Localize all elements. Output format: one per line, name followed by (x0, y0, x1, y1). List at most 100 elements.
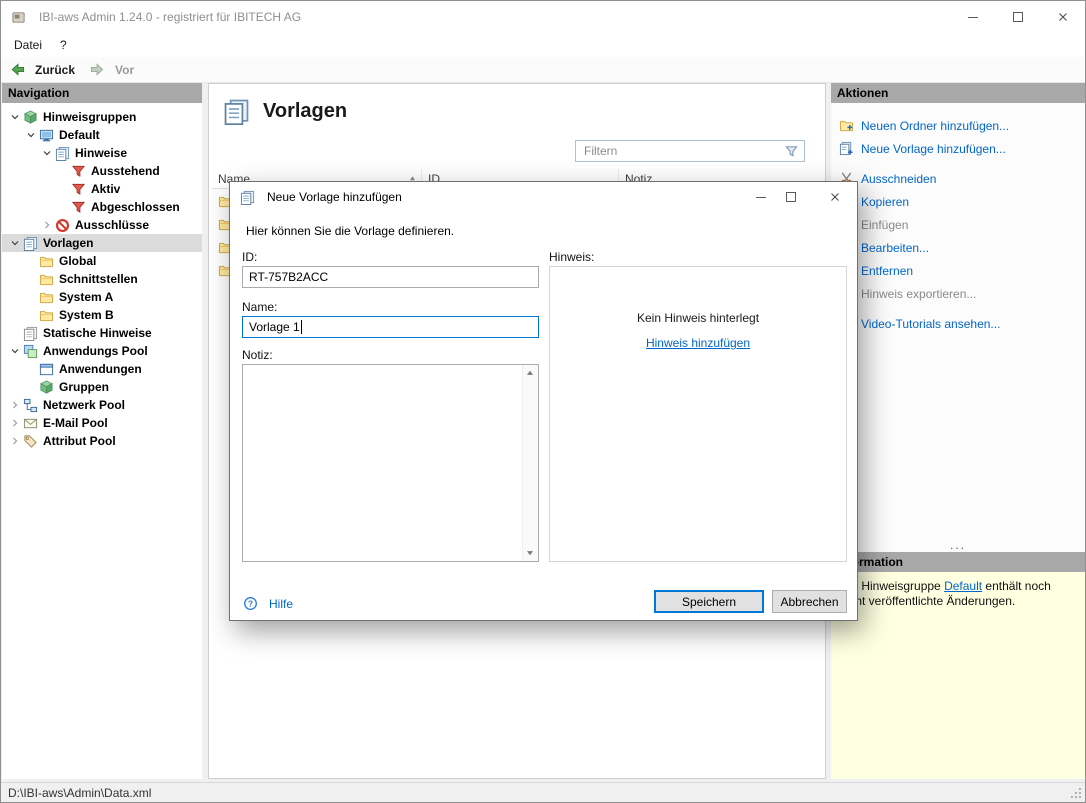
action-copy[interactable]: Kopieren (831, 191, 1085, 212)
chevron-down-icon[interactable] (40, 146, 54, 160)
cancel-button[interactable]: Abbrechen (772, 590, 847, 613)
no-entry-icon (55, 218, 70, 233)
email-icon (23, 416, 38, 431)
action-new-folder[interactable]: Neuen Ordner hinzufügen... (831, 115, 1085, 136)
navigation-header: Navigation (2, 83, 202, 103)
app-icon (11, 10, 26, 25)
save-button[interactable]: Speichern (654, 590, 764, 613)
folder-icon (39, 272, 54, 287)
folder-icon (39, 254, 54, 269)
dialog-close-button[interactable] (812, 182, 857, 212)
tree-item-gruppen[interactable]: Gruppen (2, 378, 202, 396)
filter-input[interactable]: Filtern (575, 140, 805, 162)
scroll-down-icon[interactable] (522, 545, 538, 561)
dialog-titlebar: Neue Vorlage hinzufügen (230, 182, 857, 212)
notes-icon (55, 146, 70, 161)
group-cube-icon (23, 110, 38, 125)
maximize-button[interactable] (995, 1, 1040, 33)
tree-item-ausstehend[interactable]: Ausstehend (2, 162, 202, 180)
tree-item-system-a[interactable]: System A (2, 288, 202, 306)
dialog-template-icon (240, 190, 255, 205)
default-group-link[interactable]: Default (944, 579, 982, 593)
tree-item-aktiv[interactable]: Aktiv (2, 180, 202, 198)
id-field[interactable] (242, 266, 539, 288)
dialog-body: Hier können Sie die Vorlage definieren. … (230, 212, 857, 622)
static-notes-icon (23, 326, 38, 341)
notiz-field[interactable] (242, 364, 539, 562)
chevron-down-icon[interactable] (24, 128, 38, 142)
tree-item-schnittstellen[interactable]: Schnittstellen (2, 270, 202, 288)
filter-red-icon (71, 182, 86, 197)
scroll-up-icon[interactable] (522, 365, 538, 381)
templates-icon (23, 236, 38, 251)
chevron-right-icon[interactable] (40, 218, 54, 232)
name-field[interactable]: Vorlage 1 (242, 316, 539, 338)
folder-icon (39, 308, 54, 323)
navigation-tree: Hinweisgruppen Default Hinweise Ausstehe… (2, 103, 202, 779)
information-header: Information (831, 552, 1085, 572)
resize-grip[interactable] (1069, 786, 1083, 800)
tree-item-hinweisgruppen[interactable]: Hinweisgruppen (2, 108, 202, 126)
action-remove[interactable]: Entfernen (831, 260, 1085, 281)
chevron-down-icon[interactable] (8, 236, 22, 250)
menu-datei[interactable]: Datei (5, 35, 51, 55)
tree-item-email-pool[interactable]: E-Mail Pool (2, 414, 202, 432)
minimize-icon (756, 197, 766, 198)
actions-panel: Aktionen Neuen Ordner hinzufügen... Neue… (831, 83, 1085, 779)
page-title: Vorlagen (263, 100, 347, 123)
minimize-button[interactable] (950, 1, 995, 33)
menu-help[interactable]: ? (51, 35, 76, 55)
chevron-down-icon[interactable] (8, 344, 22, 358)
filter-funnel-icon[interactable] (784, 144, 799, 159)
tree-item-abgeschlossen[interactable]: Abgeschlossen (2, 198, 202, 216)
help-link[interactable]: Hilfe (242, 596, 293, 611)
window-title: IBI-aws Admin 1.24.0 - registriert für I… (39, 10, 950, 24)
dialog-minimize-button[interactable] (746, 182, 776, 212)
action-cut[interactable]: Ausschneiden (831, 168, 1085, 189)
action-new-template[interactable]: Neue Vorlage hinzufügen... (831, 138, 1085, 159)
hinweis-label: Hinweis: (549, 250, 594, 264)
tree-item-netzwerk-pool[interactable]: Netzwerk Pool (2, 396, 202, 414)
tree-item-default[interactable]: Default (2, 126, 202, 144)
groups-icon (39, 380, 54, 395)
window-icon (39, 362, 54, 377)
tree-item-vorlagen[interactable]: Vorlagen (2, 234, 202, 252)
tree-item-system-b[interactable]: System B (2, 306, 202, 324)
scrollbar[interactable] (522, 365, 538, 561)
notice-group-icon (39, 128, 54, 143)
hinweis-empty-text: Kein Hinweis hinterlegt (550, 311, 846, 325)
actions-header: Aktionen (831, 83, 1085, 103)
chevron-down-icon[interactable] (8, 110, 22, 124)
templates-page-icon (223, 98, 250, 125)
folder-add-icon (839, 118, 854, 133)
name-label: Name: (242, 300, 277, 314)
dialog-maximize-button[interactable] (776, 182, 806, 212)
network-icon (23, 398, 38, 413)
tree-item-attribut-pool[interactable]: Attribut Pool (2, 432, 202, 450)
action-edit[interactable]: Bearbeiten... (831, 237, 1085, 258)
help-icon (243, 596, 258, 611)
close-icon (828, 190, 842, 204)
chevron-right-icon[interactable] (8, 434, 22, 448)
tree-item-ausschluesse[interactable]: Ausschlüsse (2, 216, 202, 234)
notiz-label: Notiz: (242, 348, 273, 362)
filter-placeholder: Filtern (584, 144, 784, 158)
filter-red-icon (71, 164, 86, 179)
back-button[interactable]: Zurück (9, 62, 75, 77)
tree-item-statische-hinweise[interactable]: Statische Hinweise (2, 324, 202, 342)
close-icon (1056, 10, 1070, 24)
chevron-right-icon[interactable] (8, 398, 22, 412)
add-hinweis-link[interactable]: Hinweis hinzufügen (646, 336, 750, 350)
attribute-icon (23, 434, 38, 449)
tree-item-anwendungen[interactable]: Anwendungen (2, 360, 202, 378)
window-controls (950, 1, 1085, 33)
main-header: Vorlagen (223, 98, 347, 125)
template-add-icon (839, 141, 854, 156)
tree-item-global[interactable]: Global (2, 252, 202, 270)
close-button[interactable] (1040, 1, 1085, 33)
maximize-icon (786, 192, 796, 202)
tree-item-anwendungs-pool[interactable]: Anwendungs Pool (2, 342, 202, 360)
action-video-tutorials[interactable]: Video-Tutorials ansehen... (831, 313, 1085, 334)
tree-item-hinweise[interactable]: Hinweise (2, 144, 202, 162)
chevron-right-icon[interactable] (8, 416, 22, 430)
